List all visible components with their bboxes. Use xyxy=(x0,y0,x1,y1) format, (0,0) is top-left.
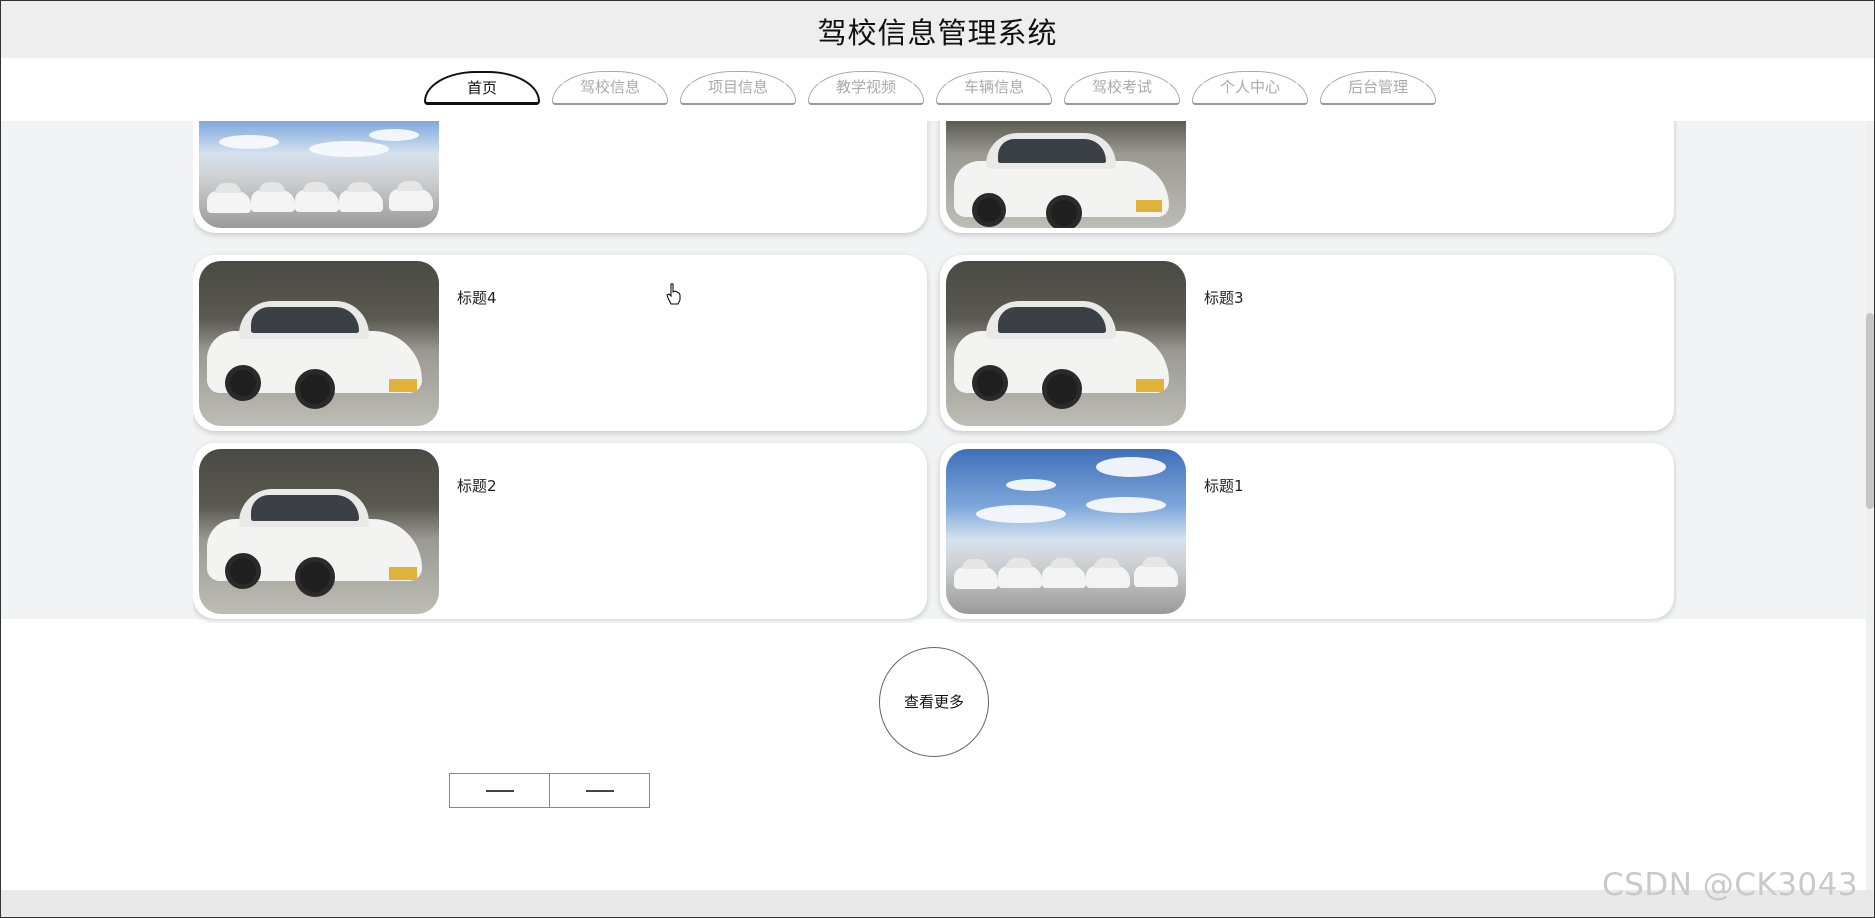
sedan-photo xyxy=(946,261,1186,426)
vertical-scrollbar[interactable] xyxy=(1866,121,1874,890)
news-card-title: 标题4 xyxy=(457,289,497,307)
nav-tab-home[interactable]: 首页 xyxy=(424,71,540,105)
nav-tab-school-info[interactable]: 驾校信息 xyxy=(552,71,668,105)
nav-tab-personal-center[interactable]: 个人中心 xyxy=(1192,71,1308,105)
pagination xyxy=(449,773,650,808)
news-card[interactable]: 标题4 xyxy=(193,255,927,431)
news-card[interactable]: 标题3 xyxy=(940,255,1674,431)
dash-icon xyxy=(485,789,514,792)
next-page-button[interactable] xyxy=(549,774,649,807)
news-card-title: 标题1 xyxy=(1204,477,1244,495)
news-card[interactable]: 标题1 xyxy=(940,443,1674,619)
news-card[interactable]: 标题2 xyxy=(193,443,927,619)
watermark-text: CSDN @CK3043 xyxy=(1602,867,1859,903)
sedan-photo xyxy=(199,261,439,426)
prev-page-button[interactable] xyxy=(450,774,549,807)
view-more-button[interactable]: 查看更多 xyxy=(879,647,989,757)
hand-cursor-icon xyxy=(666,283,681,305)
top-header: 驾校信息管理系统 xyxy=(1,1,1874,58)
nav-tab-exam[interactable]: 驾校考试 xyxy=(1064,71,1180,105)
news-card-title: 标题2 xyxy=(457,477,497,495)
news-card[interactable] xyxy=(193,121,927,233)
nav-tab-admin[interactable]: 后台管理 xyxy=(1320,71,1436,105)
scrollbar-thumb[interactable] xyxy=(1866,313,1874,509)
nav-tab-list: 首页 驾校信息 项目信息 教学视频 车辆信息 驾校考试 个人中心 后台管理 xyxy=(424,71,1436,105)
footer-bar xyxy=(1,890,1874,917)
nav-tab-project-info[interactable]: 项目信息 xyxy=(680,71,796,105)
car-lot-photo xyxy=(199,121,439,228)
nav-tab-teaching-video[interactable]: 教学视频 xyxy=(808,71,924,105)
main-navigation: 首页 驾校信息 项目信息 教学视频 车辆信息 驾校考试 个人中心 后台管理 xyxy=(1,58,1874,121)
car-lot-photo xyxy=(946,449,1186,614)
news-card-title: 标题3 xyxy=(1204,289,1244,307)
news-card-grid: 标题4 标题3 标题2 标题1 xyxy=(193,121,1677,623)
news-card[interactable] xyxy=(940,121,1674,233)
dash-icon xyxy=(585,789,614,792)
nav-tab-vehicle-info[interactable]: 车辆信息 xyxy=(936,71,1052,105)
sedan-photo xyxy=(946,121,1186,228)
sedan-photo xyxy=(199,449,439,614)
site-title: 驾校信息管理系统 xyxy=(817,16,1058,50)
